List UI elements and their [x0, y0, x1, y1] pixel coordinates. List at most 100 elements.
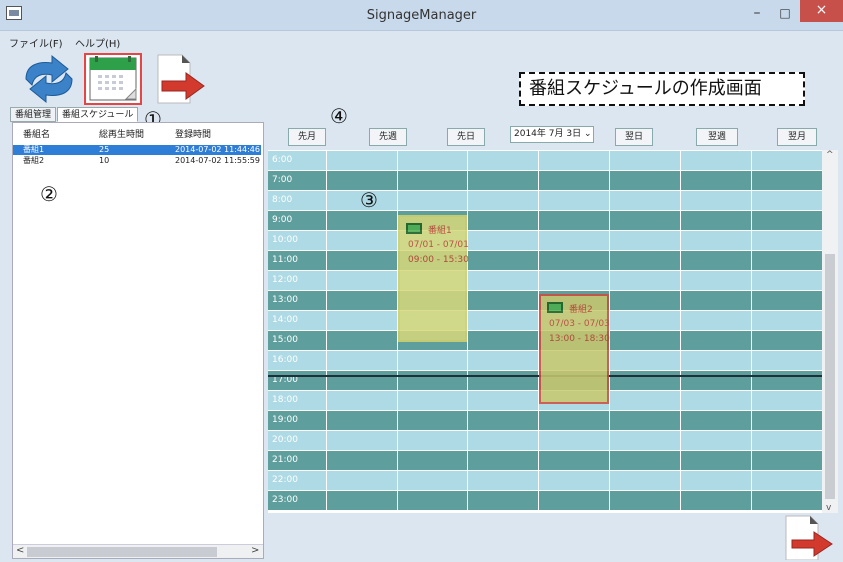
- schedule-cell[interactable]: [751, 371, 822, 390]
- schedule-block-1[interactable]: 番組1 07/01 - 07/01 09:00 - 15:30: [398, 215, 469, 342]
- schedule-cell[interactable]: [751, 411, 822, 430]
- schedule-cell[interactable]: [397, 391, 468, 410]
- schedule-cell[interactable]: [609, 371, 680, 390]
- schedule-cell[interactable]: [680, 331, 751, 350]
- schedule-cell[interactable]: [680, 231, 751, 250]
- schedule-cell[interactable]: [609, 331, 680, 350]
- schedule-cell[interactable]: [467, 211, 538, 230]
- schedule-cell[interactable]: [609, 251, 680, 270]
- schedule-cell[interactable]: [326, 151, 397, 170]
- next-month-button[interactable]: 翌月: [777, 128, 817, 146]
- schedule-button[interactable]: [84, 53, 142, 105]
- schedule-cell[interactable]: [326, 291, 397, 310]
- schedule-cell[interactable]: [326, 331, 397, 350]
- next-week-button[interactable]: 翌週: [696, 128, 738, 146]
- schedule-cell[interactable]: [467, 171, 538, 190]
- schedule-cell[interactable]: [326, 371, 397, 390]
- schedule-cell[interactable]: [609, 471, 680, 490]
- schedule-cell[interactable]: [751, 151, 822, 170]
- schedule-cell[interactable]: [538, 151, 609, 170]
- tab-program-management[interactable]: 番組管理: [10, 107, 57, 122]
- schedule-cell[interactable]: [751, 171, 822, 190]
- minimize-button[interactable]: –: [744, 4, 770, 24]
- schedule-cell[interactable]: [751, 191, 822, 210]
- schedule-cell[interactable]: [538, 491, 609, 510]
- schedule-cell[interactable]: [467, 491, 538, 510]
- refresh-button[interactable]: [20, 53, 78, 105]
- schedule-cell[interactable]: [609, 211, 680, 230]
- schedule-cell[interactable]: [680, 391, 751, 410]
- schedule-cell[interactable]: [467, 231, 538, 250]
- schedule-cell[interactable]: [751, 351, 822, 370]
- schedule-cell[interactable]: [467, 411, 538, 430]
- schedule-cell[interactable]: [680, 411, 751, 430]
- schedule-cell[interactable]: [609, 391, 680, 410]
- horizontal-scrollbar[interactable]: < >: [13, 544, 263, 558]
- schedule-cell[interactable]: [538, 471, 609, 490]
- schedule-cell[interactable]: [680, 251, 751, 270]
- schedule-cell[interactable]: [680, 311, 751, 330]
- schedule-cell[interactable]: [326, 431, 397, 450]
- schedule-cell[interactable]: [467, 391, 538, 410]
- schedule-cell[interactable]: [326, 491, 397, 510]
- schedule-cell[interactable]: [467, 191, 538, 210]
- schedule-cell[interactable]: [609, 151, 680, 170]
- schedule-cell[interactable]: [680, 351, 751, 370]
- schedule-cell[interactable]: [609, 291, 680, 310]
- schedule-cell[interactable]: [326, 271, 397, 290]
- schedule-cell[interactable]: [397, 431, 468, 450]
- schedule-cell[interactable]: [751, 271, 822, 290]
- schedule-cell[interactable]: [326, 311, 397, 330]
- schedule-cell[interactable]: [538, 251, 609, 270]
- schedule-cell[interactable]: [609, 411, 680, 430]
- schedule-cell[interactable]: [326, 471, 397, 490]
- schedule-cell[interactable]: [326, 451, 397, 470]
- schedule-cell[interactable]: [467, 351, 538, 370]
- program-row-1[interactable]: 番組1 25 2014-07-02 11:44:46: [13, 145, 261, 155]
- schedule-cell[interactable]: [751, 431, 822, 450]
- schedule-cell[interactable]: [467, 371, 538, 390]
- schedule-cell[interactable]: [680, 291, 751, 310]
- scroll-left-arrow-icon[interactable]: <: [16, 545, 24, 556]
- schedule-cell[interactable]: [397, 491, 468, 510]
- schedule-cell[interactable]: [538, 171, 609, 190]
- schedule-cell[interactable]: [397, 371, 468, 390]
- schedule-cell[interactable]: [397, 171, 468, 190]
- schedule-cell[interactable]: [538, 231, 609, 250]
- schedule-cell[interactable]: [397, 451, 468, 470]
- tab-program-schedule[interactable]: 番組スケジュール: [57, 107, 139, 122]
- menu-help[interactable]: ヘルプ(H): [75, 35, 120, 50]
- schedule-cell[interactable]: [680, 471, 751, 490]
- schedule-cell[interactable]: [397, 471, 468, 490]
- schedule-cell[interactable]: [680, 271, 751, 290]
- schedule-cell[interactable]: [467, 251, 538, 270]
- schedule-cell[interactable]: [680, 211, 751, 230]
- schedule-cell[interactable]: [680, 451, 751, 470]
- schedule-block-2[interactable]: 番組2 07/03 - 07/03 13:00 - 18:30: [539, 294, 610, 404]
- scrollbar-thumb[interactable]: [27, 547, 217, 557]
- schedule-cell[interactable]: [751, 231, 822, 250]
- schedule-cell[interactable]: [538, 191, 609, 210]
- scrollbar-thumb[interactable]: [825, 254, 835, 499]
- vertical-scrollbar[interactable]: ^ v: [822, 150, 838, 513]
- schedule-cell[interactable]: [467, 471, 538, 490]
- schedule-cell[interactable]: [751, 491, 822, 510]
- schedule-cell[interactable]: [751, 331, 822, 350]
- schedule-cell[interactable]: [680, 171, 751, 190]
- schedule-cell[interactable]: [680, 191, 751, 210]
- schedule-cell[interactable]: [538, 271, 609, 290]
- schedule-cell[interactable]: [751, 311, 822, 330]
- schedule-cell[interactable]: [609, 171, 680, 190]
- schedule-cell[interactable]: [326, 351, 397, 370]
- schedule-cell[interactable]: [609, 491, 680, 510]
- schedule-cell[interactable]: [680, 491, 751, 510]
- maximize-button[interactable]: □: [772, 4, 798, 24]
- schedule-cell[interactable]: [538, 451, 609, 470]
- schedule-cell[interactable]: [609, 271, 680, 290]
- schedule-cell[interactable]: [680, 151, 751, 170]
- date-picker[interactable]: 2014年 7月 3日 ⌄: [510, 126, 594, 143]
- schedule-cell[interactable]: [397, 191, 468, 210]
- bottom-exit-button[interactable]: [778, 514, 838, 561]
- schedule-cell[interactable]: [467, 271, 538, 290]
- schedule-cell[interactable]: [326, 391, 397, 410]
